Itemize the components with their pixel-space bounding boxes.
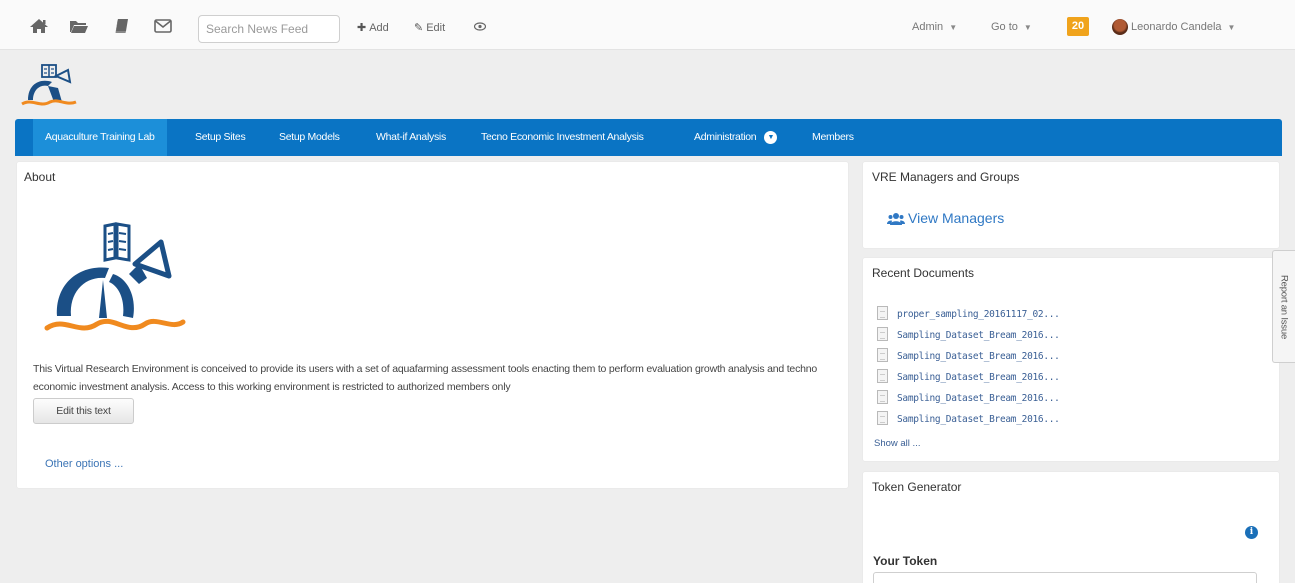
vre-managers-title: VRE Managers and Groups <box>872 170 1020 184</box>
your-token-label: Your Token <box>873 554 938 568</box>
document-name: Sampling_Dataset_Bream_2016... <box>897 372 1060 383</box>
admin-menu[interactable]: Admin ▼ <box>912 21 957 33</box>
nav-item-setup-sites[interactable]: Setup Sites <box>195 119 246 156</box>
add-button[interactable]: ✚ Add <box>357 21 389 34</box>
info-icon[interactable]: i <box>1245 526 1258 539</box>
file-icon <box>877 306 888 320</box>
eye-icon[interactable] <box>473 21 487 33</box>
home-icon[interactable] <box>29 18 49 34</box>
edit-icon: ✎ <box>414 22 424 34</box>
nav-item-label: Administration <box>694 131 757 143</box>
nav-item-administration[interactable]: Administration ▼ <box>694 119 778 156</box>
plus-icon: ✚ <box>357 22 367 34</box>
file-icon <box>877 348 888 362</box>
token-generator-title: Token Generator <box>872 480 962 494</box>
file-icon <box>877 327 888 341</box>
document-name: Sampling_Dataset_Bream_2016... <box>897 351 1060 362</box>
notification-badge[interactable]: 20 <box>1067 17 1089 36</box>
edit-button[interactable]: ✎ Edit <box>414 21 445 34</box>
document-name: proper_sampling_20161117_02... <box>897 309 1060 320</box>
search-input[interactable] <box>198 15 340 43</box>
document-item[interactable]: proper_sampling_20161117_02... <box>877 306 1060 324</box>
about-panel: About This Virtual Research Environment … <box>17 162 848 488</box>
view-managers-label: View Managers <box>908 210 1005 226</box>
goto-menu[interactable]: Go to ▼ <box>991 21 1032 33</box>
about-title: About <box>24 170 56 184</box>
file-icon <box>877 390 888 404</box>
nav-item-what-if-analysis[interactable]: What-if Analysis <box>376 119 446 156</box>
folder-icon[interactable] <box>69 18 89 34</box>
document-item[interactable]: Sampling_Dataset_Bream_2016... <box>877 411 1060 429</box>
recent-documents-panel: Recent Documents proper_sampling_2016111… <box>863 258 1279 461</box>
report-issue-tab[interactable]: Report an Issue <box>1272 250 1295 363</box>
chevron-down-icon: ▼ <box>1023 23 1032 32</box>
document-item[interactable]: Sampling_Dataset_Bream_2016... <box>877 390 1060 408</box>
user-menu[interactable]: Leonardo Candela ▼ <box>1131 21 1235 33</box>
edit-label: Edit <box>426 22 446 34</box>
file-icon <box>877 411 888 425</box>
token-field[interactable] <box>873 572 1257 583</box>
document-name: Sampling_Dataset_Bream_2016... <box>897 393 1060 404</box>
document-item[interactable]: Sampling_Dataset_Bream_2016... <box>877 327 1060 345</box>
nav-item-members[interactable]: Members <box>812 119 854 156</box>
token-generator-panel: Token Generator i Your Token <box>863 472 1279 583</box>
recent-documents-title: Recent Documents <box>872 266 975 280</box>
top-bar: ✚Add ✎Edit Admin ▼ Go to ▼ 20 Leonardo Can… <box>0 0 1295 50</box>
vre-managers-panel: VRE Managers and Groups View Managers <box>863 162 1279 248</box>
nav-item-setup-models[interactable]: Setup Models <box>279 119 340 156</box>
chevron-down-icon: ▼ <box>764 130 778 144</box>
nav-item-tecno-economic-investment-analysis[interactable]: Tecno Economic Investment Analysis <box>481 119 644 156</box>
document-item[interactable]: Sampling_Dataset_Bream_2016... <box>877 369 1060 387</box>
report-issue-label: Report an Issue <box>1278 274 1290 339</box>
admin-label: Admin <box>912 21 944 33</box>
about-description: This Virtual Research Environment is con… <box>33 363 818 393</box>
user-name: Leonardo Candela <box>1131 21 1222 33</box>
chevron-down-icon: ▼ <box>1227 23 1236 32</box>
book-icon[interactable] <box>112 18 132 34</box>
chevron-down-icon: ▼ <box>949 23 958 32</box>
site-logo[interactable] <box>18 62 80 112</box>
document-name: Sampling_Dataset_Bream_2016... <box>897 330 1060 341</box>
view-managers-link[interactable]: View Managers <box>887 210 1004 226</box>
users-icon <box>887 213 905 225</box>
show-all-link[interactable]: Show all ... <box>874 438 920 449</box>
edit-text-button[interactable]: Edit this text <box>33 398 134 424</box>
goto-label: Go to <box>991 21 1018 33</box>
document-name: Sampling_Dataset_Bream_2016... <box>897 414 1060 425</box>
document-item[interactable]: Sampling_Dataset_Bream_2016... <box>877 348 1060 366</box>
file-icon <box>877 369 888 383</box>
envelope-icon[interactable] <box>153 18 173 34</box>
vre-logo <box>44 222 186 331</box>
add-label: Add <box>369 22 389 34</box>
other-options-link[interactable]: Other options ... <box>45 458 123 470</box>
nav-item-aquaculture-training-lab[interactable]: Aquaculture Training Lab <box>33 119 167 156</box>
avatar[interactable] <box>1112 19 1128 35</box>
main-nav: Aquaculture Training Lab Setup Sites Set… <box>15 119 1282 156</box>
